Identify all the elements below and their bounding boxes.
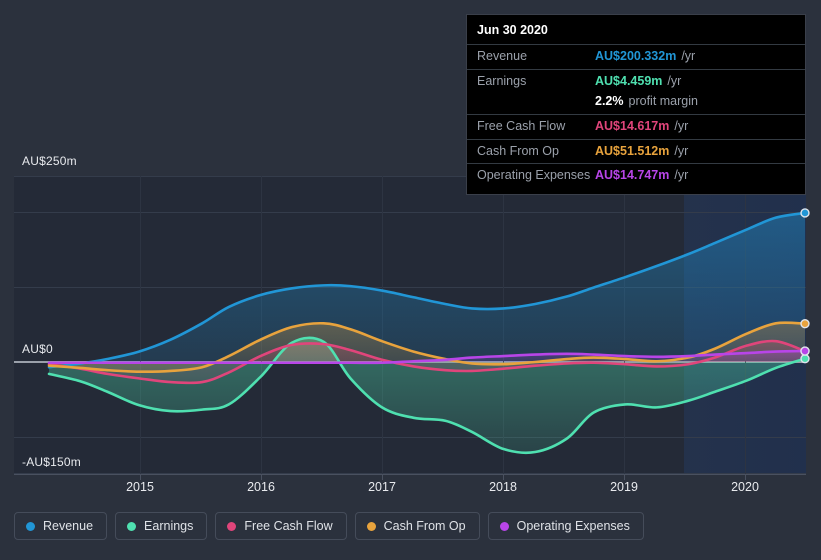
- chart-plot-area: [14, 176, 806, 474]
- y-axis-label-zero: AU$0: [22, 342, 53, 356]
- tooltip-date: Jun 30 2020: [477, 23, 548, 37]
- vgridline-2018: [503, 176, 504, 474]
- legend-label-earnings: Earnings: [144, 519, 194, 533]
- x-axis-label-2015: 2015: [126, 480, 154, 494]
- legend-item-operating-expenses[interactable]: Operating Expenses: [487, 512, 644, 540]
- tooltip-unit-operating-expenses: /yr: [674, 168, 689, 183]
- tooltip-value-operating-expenses: AU$14.747m: [595, 168, 670, 183]
- vgridline-2017: [382, 176, 383, 474]
- tooltip-label-free-cash-flow: Free Cash Flow: [477, 118, 566, 133]
- x-axis-label-2017: 2017: [368, 480, 396, 494]
- tooltip-row-cash-from-op: Cash From Op AU$51.512m /yr: [467, 138, 805, 164]
- gridline-zero: [14, 361, 806, 363]
- tooltip-row-operating-expenses: Operating Expenses AU$14.747m /yr: [467, 163, 805, 188]
- vgridline-2020: [745, 176, 746, 474]
- x-axis-label-2018: 2018: [489, 480, 517, 494]
- chart-legend: Revenue Earnings Free Cash Flow Cash Fro…: [14, 512, 644, 540]
- tooltip-unit-free-cash-flow: /yr: [674, 118, 689, 133]
- y-axis-label-bottom: -AU$150m: [22, 455, 81, 469]
- tooltip-row-profit-margin: 2.2% profit margin: [467, 93, 805, 114]
- legend-label-revenue: Revenue: [43, 519, 94, 533]
- tooltip-value-revenue: AU$200.332m: [595, 49, 677, 63]
- tooltip-label-operating-expenses: Operating Expenses: [477, 168, 591, 183]
- legend-item-earnings[interactable]: Earnings: [115, 512, 208, 540]
- legend-dot-icon-cash-from-op: [366, 521, 376, 531]
- tooltip-label-earnings: Earnings: [477, 73, 527, 88]
- tooltip-unit-cash-from-op: /yr: [674, 143, 689, 158]
- vgridline-2015: [140, 176, 141, 474]
- vgridline-2016: [261, 176, 262, 474]
- legend-dot-icon-revenue: [26, 521, 35, 531]
- legend-label-operating-expenses: Operating Expenses: [516, 519, 630, 533]
- gridline-200m: [14, 212, 806, 213]
- vgridline-2019: [624, 176, 625, 474]
- gridline-100m: [14, 287, 806, 288]
- x-axis-label-2020: 2020: [731, 480, 759, 494]
- tooltip-row-revenue: Revenue AU$200.332m /yr: [467, 44, 805, 69]
- legend-item-cash-from-op[interactable]: Cash From Op: [354, 512, 480, 540]
- legend-item-free-cash-flow[interactable]: Free Cash Flow: [215, 512, 347, 540]
- x-axis-label-2016: 2016: [247, 480, 275, 494]
- tooltip-label-cash-from-op: Cash From Op: [477, 143, 559, 158]
- tooltip-value-earnings: AU$4.459m: [595, 73, 663, 88]
- x-axis-line: [14, 474, 806, 475]
- gridline-neg100m: [14, 437, 806, 438]
- tooltip-row-free-cash-flow: Free Cash Flow AU$14.617m /yr: [467, 113, 805, 139]
- legend-dot-icon-free-cash-flow: [227, 521, 237, 531]
- tooltip-value-profit-margin: 2.2%: [595, 94, 624, 109]
- tooltip-unit-earnings: /yr: [667, 73, 682, 88]
- tooltip-label-profit-margin: profit margin: [628, 94, 698, 109]
- legend-dot-icon-earnings: [127, 521, 137, 531]
- legend-label-cash-from-op: Cash From Op: [383, 519, 466, 533]
- tooltip-label-revenue: Revenue: [477, 49, 528, 63]
- y-axis-label-top: AU$250m: [22, 154, 77, 168]
- tooltip-value-cash-from-op: AU$51.512m: [595, 143, 670, 158]
- tooltip-row-earnings: Earnings AU$4.459m /yr: [467, 68, 805, 94]
- x-axis-label-2019: 2019: [610, 480, 638, 494]
- earnings-revenue-chart-panel: AU$250m AU$0 -AU$150m 2015 2016 2017 201…: [0, 0, 821, 560]
- chart-tooltip: Jun 30 2020 Revenue AU$200.332m /yr Earn…: [466, 14, 806, 195]
- tooltip-unit-revenue: /yr: [681, 49, 696, 63]
- legend-dot-icon-operating-expenses: [499, 521, 509, 531]
- tooltip-value-free-cash-flow: AU$14.617m: [595, 118, 670, 133]
- legend-label-free-cash-flow: Free Cash Flow: [244, 519, 333, 533]
- legend-item-revenue[interactable]: Revenue: [14, 512, 108, 540]
